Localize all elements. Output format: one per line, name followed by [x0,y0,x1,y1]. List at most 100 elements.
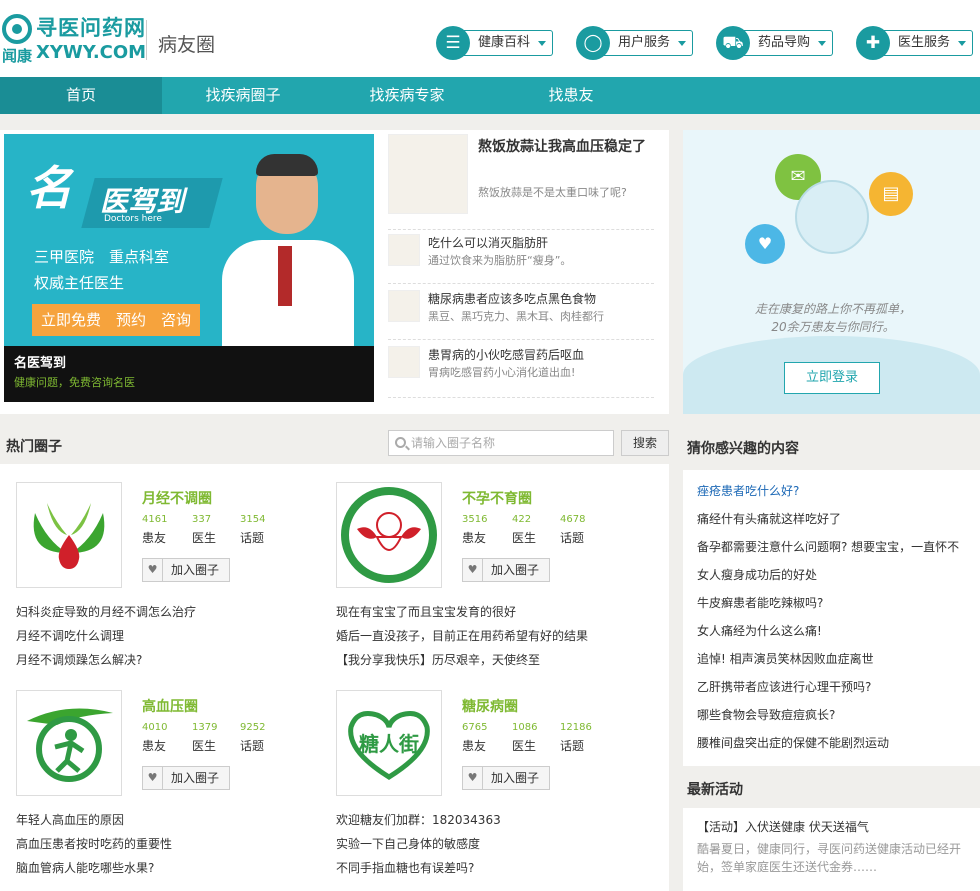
service-drug-guide[interactable]: 药品导购 ⛟ [716,26,840,60]
stat-patients: 4161 患友 [142,514,168,545]
circle-name[interactable]: 糖尿病圈 [462,696,518,716]
circle-posts: 妇科炎症导致的月经不调怎么治疗 月经不调吃什么调理 月经不调烦躁怎么解决? [16,600,336,672]
banner-line2: 权威主任医生 [34,274,125,292]
circle-logo[interactable] [336,482,442,588]
slogan-line1: 走在康复的路上你不再孤单， [754,302,911,316]
stat-topics: 12186 话题 [560,722,592,753]
heart-icon: ♥ [463,767,483,789]
stat-patients: 3516 患友 [462,514,488,545]
interest-link[interactable]: 追悼! 相声演员笑林因败血症离世 [697,650,874,667]
running-figure-icon [27,708,113,782]
circle-search-input[interactable]: 请输入圈子名称 [388,430,614,456]
service-label: 用户服务 [618,35,671,50]
service-doctor[interactable]: 医生服务 ✚ [856,26,980,60]
post-link[interactable]: 【我分享我快乐】历尽艰辛，天使终至 [336,648,656,672]
logo-en-text: XYWY.COM [36,42,147,63]
service-label: 药品导购 [758,35,811,50]
interest-link[interactable]: 备孕都需要注意什么问题啊? 想要宝宝，一直怀不 [697,538,973,555]
leaves-drop-icon [33,503,105,569]
circle-logo[interactable] [16,690,122,796]
post-link[interactable]: 年轻人高血压的原因 [16,808,336,832]
news-thumbnail [388,346,420,378]
circle-name[interactable]: 不孕不育圈 [462,488,532,508]
angel-baby-icon [341,487,437,583]
circle-posts: 年轻人高血压的原因 高血压患者按时吃药的重要性 脑血管病人能吃哪些水果? [16,808,336,880]
post-link[interactable]: 月经不调吃什么调理 [16,624,336,648]
caret-down-icon [538,41,547,46]
news-thumbnail [388,234,420,266]
logo-mark-icon [2,14,32,44]
post-link[interactable]: 现在有宝宝了而且宝宝发育的很好 [336,600,656,624]
circle-name[interactable]: 高血压圈 [142,696,198,716]
circle-logo[interactable]: 糖人街 [336,690,442,796]
heart-logo-icon: 糖人街 [348,711,430,780]
site-title: 病友圈 [158,34,216,56]
interest-link[interactable]: 腰椎间盘突出症的保健不能剧烈运动 [697,734,889,751]
circle-posts: 欢迎糖友们加群：182034363 实验一下自己身体的敏感度 不同手指血糖也有误… [336,808,656,880]
search-icon [395,437,406,448]
nav-find-circles[interactable]: 找疾病圈子 [162,77,324,114]
activity-panel: 【活动】入伏送健康 伏天送福气 酷暑夏日，健康同行，寻医问药送健康活动已经开始，… [683,808,980,891]
post-link[interactable]: 不同手指血糖也有误差吗? [336,856,656,880]
service-user[interactable]: 用户服务 ◯ [576,26,700,60]
search-button[interactable]: 搜索 [621,430,669,456]
login-panel: ✉ ▤ ♥ 走在康复的路上你不再孤单， 20余万患友与你同行。 立即登录 [683,130,980,414]
post-link[interactable]: 脑血管病人能吃哪些水果? [16,856,336,880]
post-link[interactable]: 妇科炎症导致的月经不调怎么治疗 [16,600,336,624]
circle-name[interactable]: 月经不调圈 [142,488,212,508]
hot-circles-title: 热门圈子 [6,439,62,455]
interest-link[interactable]: 乙肝携带者应该进行心理干预吗? [697,678,871,695]
news-title[interactable]: 熬饭放蒜让我高血压稳定了 [478,136,648,158]
interest-link[interactable]: 痛经什有头痛就这样吃好了 [697,510,841,527]
banner-caption-title: 名医驾到 [14,356,67,371]
post-link[interactable]: 婚后一直没孩子，目前正在用药希望有好的结果 [336,624,656,648]
news-desc: 通过饮食来为脂肪肝“瘦身”。 [428,254,572,267]
document-icon: ▤ [869,172,913,216]
news-title[interactable]: 糖尿病患者应该多吃点黑色食物 [428,290,596,307]
join-circle-button[interactable]: ♥ 加入圈子 [142,766,230,790]
interest-link[interactable]: 女人痛经为什么这么痛! [697,622,822,639]
news-title[interactable]: 患胃病的小伙吃感冒药后呕血 [428,346,584,363]
service-health-wiki[interactable]: 健康百科 ☰ [436,26,560,60]
activity-item-title[interactable]: 【活动】入伏送健康 伏天送福气 [697,818,869,835]
join-circle-button[interactable]: ♥ 加入圈子 [462,558,550,582]
post-link[interactable]: 实验一下自己身体的敏感度 [336,832,656,856]
nav-home[interactable]: 首页 [0,77,162,114]
logo-text: 糖人街 [359,732,419,756]
interest-link[interactable]: 痤疮患者吃什么好? [697,482,799,499]
post-link[interactable]: 月经不调烦躁怎么解决? [16,648,336,672]
interest-link[interactable]: 女人瘦身成功后的好处 [697,566,817,583]
site-logo[interactable]: 寻医问药网 闻康 XYWY.COM [0,12,146,68]
join-circle-button[interactable]: ♥ 加入圈子 [462,766,550,790]
caret-down-icon [678,41,687,46]
logo-sub-text: 闻康 [2,47,33,65]
login-button[interactable]: 立即登录 [784,362,880,394]
news-desc: 熬饭放蒜是不是太重口味了呢? [478,186,627,199]
news-item[interactable]: 吃什么可以消灭脂肪肝 通过饮食来为脂肪肝“瘦身”。 [388,232,654,284]
news-item[interactable]: 患胃病的小伙吃感冒药后呕血 胃病吃感冒药小心消化道出血! [388,344,654,398]
stat-doctors: 337 医生 [192,514,217,545]
banner-cta-button[interactable]: 立即免费 预约 咨询 [32,304,200,336]
news-item[interactable]: 熬饭放蒜让我高血压稳定了 熬饭放蒜是不是太重口味了呢? [388,134,654,230]
interest-link[interactable]: 哪些食物会导致痘痘疯长? [697,706,835,723]
news-title[interactable]: 吃什么可以消灭脂肪肝 [428,234,548,251]
nav-find-experts[interactable]: 找疾病专家 [326,77,488,114]
stat-patients: 4010 患友 [142,722,168,753]
login-slogan: 走在康复的路上你不再孤单， 20余万患友与你同行。 [723,300,943,336]
heart-icon: ♥ [143,767,163,789]
post-link[interactable]: 欢迎糖友们加群：182034363 [336,808,656,832]
heart-icon: ♥ [143,559,163,581]
interest-link[interactable]: 牛皮癣患者能吃辣椒吗? [697,594,823,611]
promo-banner[interactable]: 名 医驾到 Doctors here 三甲医院 重点科室 权威主任医生 立即免费… [4,134,374,402]
doctor-icon: ✚ [856,26,890,60]
join-circle-button[interactable]: ♥ 加入圈子 [142,558,230,582]
nav-find-patients[interactable]: 找患友 [490,77,652,114]
service-label: 医生服务 [898,35,951,50]
circle-logo[interactable] [16,482,122,588]
stat-doctors: 1379 医生 [192,722,218,753]
news-item[interactable]: 糖尿病患者应该多吃点黑色食物 黑豆、黑巧克力、黑木耳、肉桂都行 [388,288,654,340]
heart-icon: ♥ [463,559,483,581]
stat-doctors: 1086 医生 [512,722,538,753]
slogan-line2: 20余万患友与你同行。 [771,320,895,334]
post-link[interactable]: 高血压患者按时吃药的重要性 [16,832,336,856]
